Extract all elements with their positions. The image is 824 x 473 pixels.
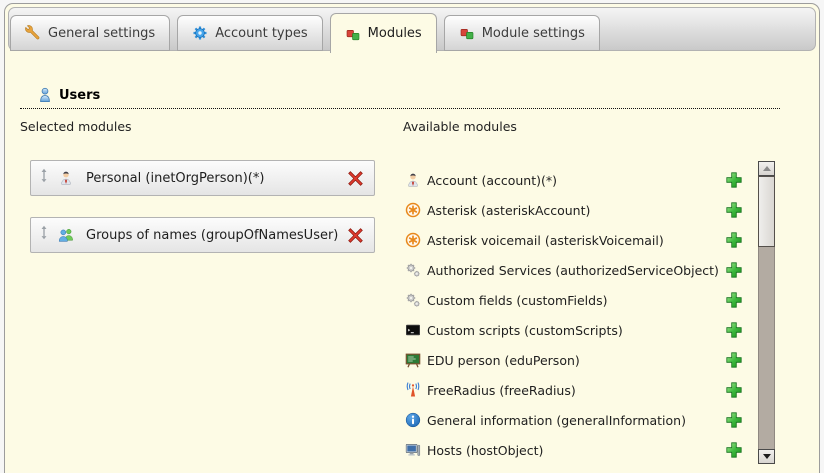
group-icon — [58, 227, 74, 243]
available-module-label: Account (account)(*) — [427, 173, 557, 188]
scroll-up-button[interactable] — [758, 161, 775, 176]
scrollbar-thumb[interactable] — [758, 176, 775, 247]
account-types-icon — [192, 25, 208, 41]
available-module-label: Asterisk (asteriskAccount) — [427, 203, 590, 218]
add-module-button[interactable] — [725, 171, 743, 189]
available-module-row: Account (account)(*) — [405, 165, 743, 195]
module-settings-icon — [459, 25, 475, 41]
available-module-row: Asterisk (asteriskAccount) — [405, 195, 743, 225]
tab-label: Module settings — [482, 26, 585, 41]
terminal-icon — [405, 322, 421, 338]
asterisk-icon — [405, 232, 421, 248]
available-module-label: General information (generalInformation) — [427, 413, 686, 428]
move-handle-icon[interactable] — [39, 168, 49, 183]
scroll-up-arrow-icon — [763, 166, 771, 171]
selected-modules-heading: Selected modules — [20, 119, 132, 134]
move-handle-icon[interactable] — [39, 225, 49, 240]
add-module-button[interactable] — [725, 231, 743, 249]
add-module-button[interactable] — [725, 381, 743, 399]
person-icon — [58, 170, 74, 186]
user-icon — [37, 87, 53, 103]
available-module-row: Custom scripts (customScripts) — [405, 315, 743, 345]
tab-label: General settings — [48, 26, 155, 41]
available-module-label: Custom scripts (customScripts) — [427, 323, 623, 338]
available-module-row: EDU person (eduPerson) — [405, 345, 743, 375]
remove-module-button[interactable] — [347, 227, 364, 244]
available-module-row: Authorized Services (authorizedServiceOb… — [405, 255, 743, 285]
available-modules-scrollbar — [758, 161, 775, 464]
tab[interactable]: General settings — [10, 15, 170, 51]
tab[interactable]: Account types — [177, 15, 322, 51]
gears-icon — [405, 262, 421, 278]
available-module-row: General information (generalInformation) — [405, 405, 743, 435]
scrollbar-track[interactable] — [758, 176, 775, 449]
add-module-button[interactable] — [725, 261, 743, 279]
add-module-button[interactable] — [725, 411, 743, 429]
lam-configuration-screen: General settings Account types Modules M… — [0, 0, 824, 473]
add-module-button[interactable] — [725, 351, 743, 369]
configuration-panel: General settings Account types Modules M… — [4, 3, 820, 473]
users-section-header: Users — [20, 87, 780, 109]
tab-label: Account types — [215, 26, 307, 41]
available-module-label: Asterisk voicemail (asteriskVoicemail) — [427, 233, 664, 248]
add-module-button[interactable] — [725, 291, 743, 309]
info-icon — [405, 412, 421, 428]
chalkboard-icon — [405, 352, 421, 368]
person-icon — [405, 172, 421, 188]
selected-module-item[interactable]: Groups of names (groupOfNamesUser) — [30, 217, 375, 253]
available-module-row: Hosts (hostObject) — [405, 435, 743, 465]
available-module-label: Hosts (hostObject) — [427, 443, 543, 458]
available-module-label: FreeRadius (freeRadius) — [427, 383, 576, 398]
tab[interactable]: Modules — [330, 13, 437, 53]
selected-module-item[interactable]: Personal (inetOrgPerson)(*) — [30, 160, 375, 196]
tab-bar: General settings Account types Modules M… — [10, 13, 600, 53]
wrench-icon — [25, 25, 41, 41]
available-module-row: Custom fields (customFields) — [405, 285, 743, 315]
available-modules-list: Account (account)(*) Asterisk (asteriskA… — [405, 165, 743, 465]
tab-label: Modules — [368, 26, 422, 41]
scroll-down-arrow-icon — [763, 454, 771, 459]
antenna-icon — [405, 382, 421, 398]
monitor-icon — [405, 442, 421, 458]
selected-module-label: Personal (inetOrgPerson)(*) — [86, 171, 347, 186]
available-module-label: Authorized Services (authorizedServiceOb… — [427, 263, 719, 278]
selected-module-label: Groups of names (groupOfNamesUser) — [86, 228, 347, 243]
available-module-row: FreeRadius (freeRadius) — [405, 375, 743, 405]
selected-modules-list: Personal (inetOrgPerson)(*) Groups of na… — [30, 160, 375, 253]
section-title: Users — [59, 88, 100, 103]
gears-icon — [405, 292, 421, 308]
tab[interactable]: Module settings — [444, 15, 600, 51]
asterisk-icon — [405, 202, 421, 218]
available-module-label: Custom fields (customFields) — [427, 293, 607, 308]
available-module-row: Asterisk voicemail (asteriskVoicemail) — [405, 225, 743, 255]
remove-module-button[interactable] — [347, 170, 364, 187]
add-module-button[interactable] — [725, 321, 743, 339]
add-module-button[interactable] — [725, 441, 743, 459]
scroll-down-button[interactable] — [758, 449, 775, 464]
available-module-label: EDU person (eduPerson) — [427, 353, 580, 368]
modules-icon — [345, 26, 361, 42]
add-module-button[interactable] — [725, 201, 743, 219]
available-modules-heading: Available modules — [403, 119, 517, 134]
